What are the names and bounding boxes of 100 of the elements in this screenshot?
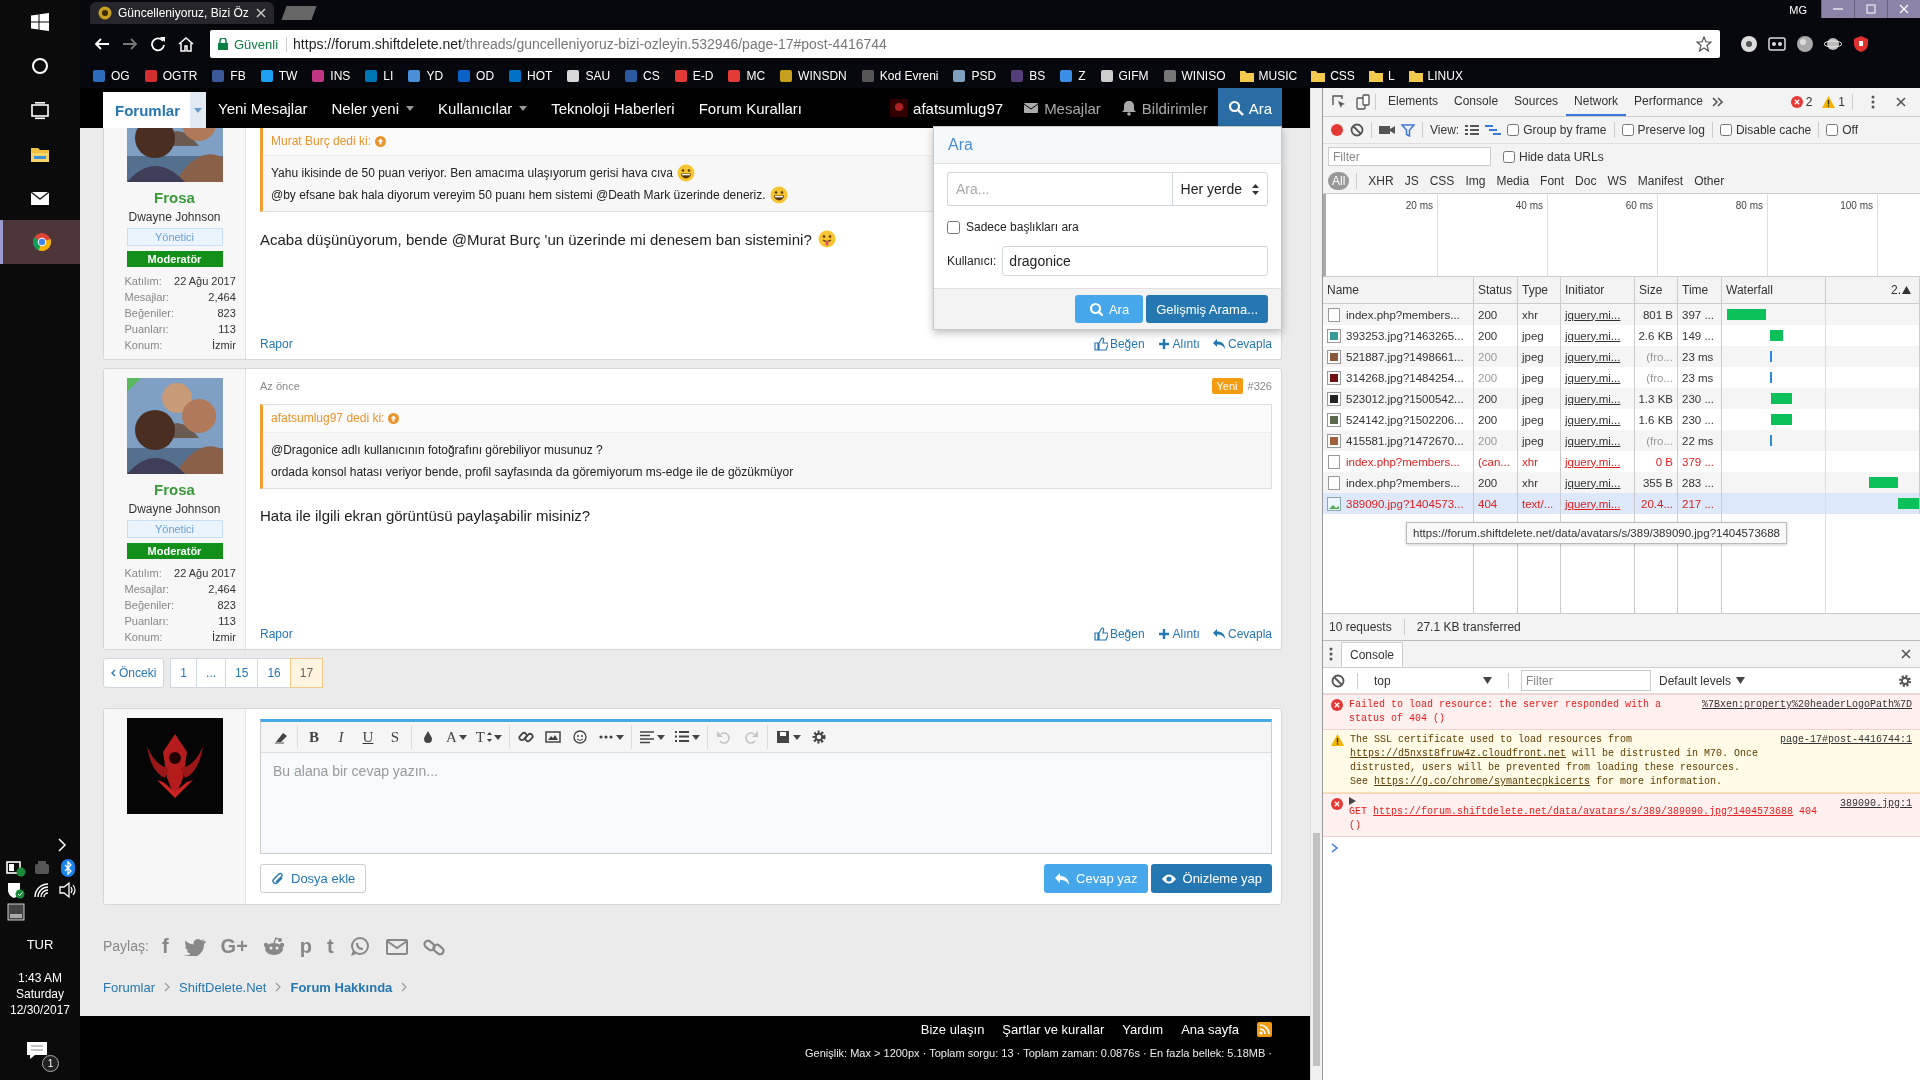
- inspect-icon[interactable]: [1331, 94, 1347, 110]
- page-link[interactable]: 17: [289, 658, 324, 688]
- action-link[interactable]: Beğen: [1093, 337, 1145, 351]
- column-header[interactable]: Size: [1635, 277, 1678, 303]
- search-icon[interactable]: [30, 56, 50, 76]
- page-link[interactable]: 1: [170, 658, 197, 688]
- checkbox[interactable]: [1503, 150, 1515, 163]
- reply-field[interactable]: Bu alana bir cevap yazın...: [261, 753, 1271, 853]
- scrollbar-thumb[interactable]: [1313, 833, 1320, 1066]
- device-icon[interactable]: [1355, 94, 1371, 110]
- report-link[interactable]: Rapor: [260, 627, 293, 641]
- bookmark[interactable]: GIFM: [1099, 69, 1149, 83]
- nav-tab[interactable]: Teknoloji Haberleri: [539, 88, 687, 128]
- record-icon[interactable]: [1330, 123, 1344, 137]
- drawer-tab[interactable]: Console: [1341, 642, 1404, 667]
- whatsapp-share-icon[interactable]: [348, 936, 371, 956]
- close-button[interactable]: [1887, 0, 1920, 18]
- extension-icon[interactable]: [1852, 35, 1870, 53]
- bookmark[interactable]: BS: [1010, 69, 1046, 83]
- footer-link[interactable]: Bize ulaşın: [920, 1022, 985, 1037]
- user-menu[interactable]: afatsumlug97: [880, 88, 1014, 128]
- bookmark[interactable]: CSS: [1311, 69, 1355, 83]
- camera-icon[interactable]: [1379, 124, 1395, 136]
- user-field[interactable]: dragonice: [1002, 246, 1268, 276]
- bluetooth-icon[interactable]: [58, 859, 78, 877]
- checkbox[interactable]: [1621, 124, 1634, 136]
- extension-icon[interactable]: [1824, 35, 1842, 53]
- bookmark[interactable]: WINSDN: [779, 69, 847, 83]
- keyboard-icon[interactable]: [6, 903, 26, 921]
- context-select[interactable]: top: [1370, 673, 1496, 688]
- bookmark[interactable]: LI: [364, 69, 394, 83]
- maximize-button[interactable]: [1854, 0, 1887, 18]
- list-view-icon[interactable]: [1465, 124, 1480, 136]
- action-link[interactable]: Alıntı: [1156, 337, 1200, 351]
- column-header[interactable]: Name: [1323, 277, 1474, 303]
- initiator-link[interactable]: jquery.mi...: [1561, 346, 1635, 367]
- nav-tab[interactable]: Neler yeni: [319, 88, 427, 128]
- action-link[interactable]: Alıntı: [1156, 627, 1200, 641]
- breadcrumb-link[interactable]: Forumlar: [103, 979, 155, 995]
- initiator-link[interactable]: jquery.mi...: [1561, 304, 1635, 325]
- font-family-button[interactable]: A: [443, 725, 470, 749]
- type-filter-button[interactable]: Img: [1461, 172, 1490, 190]
- nav-tab[interactable]: Forumlar: [103, 92, 206, 128]
- footer-link[interactable]: Ana sayfa: [1181, 1022, 1239, 1037]
- bookmark[interactable]: Kod Evreni: [860, 69, 939, 83]
- request-row[interactable]: 389090.jpg?1404573... 404 text/... jquery.mi... 20.4... 217 ...: [1323, 493, 1920, 514]
- font-size-button[interactable]: T: [472, 725, 505, 749]
- filter-field[interactable]: Filter: [1328, 147, 1491, 166]
- column-header[interactable]: Initiator: [1561, 277, 1635, 303]
- bookmark[interactable]: L: [1368, 69, 1395, 83]
- forward-icon[interactable]: [122, 36, 138, 52]
- column-header[interactable]: Type: [1518, 277, 1561, 303]
- email-share-icon[interactable]: [385, 936, 408, 956]
- type-filter-button[interactable]: Doc: [1571, 172, 1601, 190]
- battery-icon[interactable]: [6, 859, 26, 877]
- nav-link[interactable]: Mesajlar: [1013, 88, 1111, 128]
- action-link[interactable]: Beğen: [1093, 627, 1145, 641]
- page-link[interactable]: 16: [257, 658, 290, 688]
- bookmark[interactable]: LINUX: [1408, 69, 1463, 83]
- browser-tab[interactable]: Güncelleniyoruz, Bizi Öz: [90, 2, 274, 24]
- bookmark[interactable]: E-D: [673, 69, 714, 83]
- bookmark[interactable]: SAU: [566, 69, 611, 83]
- checkbox[interactable]: [947, 220, 960, 234]
- bookmark[interactable]: CS: [624, 69, 660, 83]
- column-header[interactable]: Waterfall: [1726, 283, 1773, 297]
- clear-icon[interactable]: [1350, 123, 1364, 137]
- bookmark[interactable]: OG: [92, 69, 130, 83]
- nav-tab[interactable]: Forum Kuralları: [686, 88, 814, 128]
- kebab-menu-icon[interactable]: [1329, 647, 1333, 661]
- post-number[interactable]: #326: [1247, 380, 1272, 392]
- minimize-button[interactable]: [1821, 0, 1854, 18]
- footer-link[interactable]: Yardım: [1122, 1022, 1164, 1037]
- type-filter-button[interactable]: Other: [1690, 172, 1729, 190]
- settings-icon[interactable]: [1898, 673, 1912, 688]
- type-filter-button[interactable]: WS: [1603, 172, 1631, 190]
- link[interactable]: https://forum.shiftdelete.net/data/avatars/s/389/389090.jpg?1404573688: [1373, 806, 1794, 817]
- kebab-menu-icon[interactable]: [1871, 95, 1875, 109]
- clear-icon[interactable]: [1331, 673, 1345, 688]
- star-icon[interactable]: [1696, 36, 1712, 52]
- source-link[interactable]: page-17#post-4416744:1: [1779, 733, 1912, 789]
- start-icon[interactable]: [30, 12, 50, 32]
- sort-ascending-icon[interactable]: [1902, 286, 1911, 294]
- bookmark[interactable]: HOT: [508, 69, 553, 83]
- devtools-tab[interactable]: Sources: [1506, 88, 1567, 116]
- bookmark[interactable]: PSD: [952, 69, 997, 83]
- nav-link[interactable]: Ara: [1217, 88, 1282, 128]
- request-row[interactable]: 523012.jpg?1500542... 200 jpeg jquery.mi... 1.3 KB 230 ...: [1323, 388, 1920, 409]
- address-bar[interactable]: Güvenli https://forum.shiftdelete.net/threads/guncelleniyoruz-bizi-ozleyin.532946/page-17#post-4416744: [210, 30, 1720, 58]
- link[interactable]: https://d5nxst8fruw4z.cloudfront.net: [1350, 748, 1567, 759]
- bookmark[interactable]: OGTR: [143, 69, 198, 83]
- more-tabs-icon[interactable]: [1710, 95, 1725, 109]
- preview-button[interactable]: Önizleme yap: [1150, 864, 1272, 893]
- chevron-icon[interactable]: [56, 837, 68, 853]
- nav-link[interactable]: Bildirimler: [1110, 88, 1218, 128]
- bookmark[interactable]: MUSIC: [1239, 69, 1298, 83]
- underline-button[interactable]: U: [356, 725, 380, 749]
- profile-name[interactable]: MG: [1789, 4, 1807, 16]
- reddit-share-icon[interactable]: [262, 936, 285, 956]
- notification-icon[interactable]: [25, 1040, 49, 1062]
- type-filter-button[interactable]: CSS: [1425, 172, 1459, 190]
